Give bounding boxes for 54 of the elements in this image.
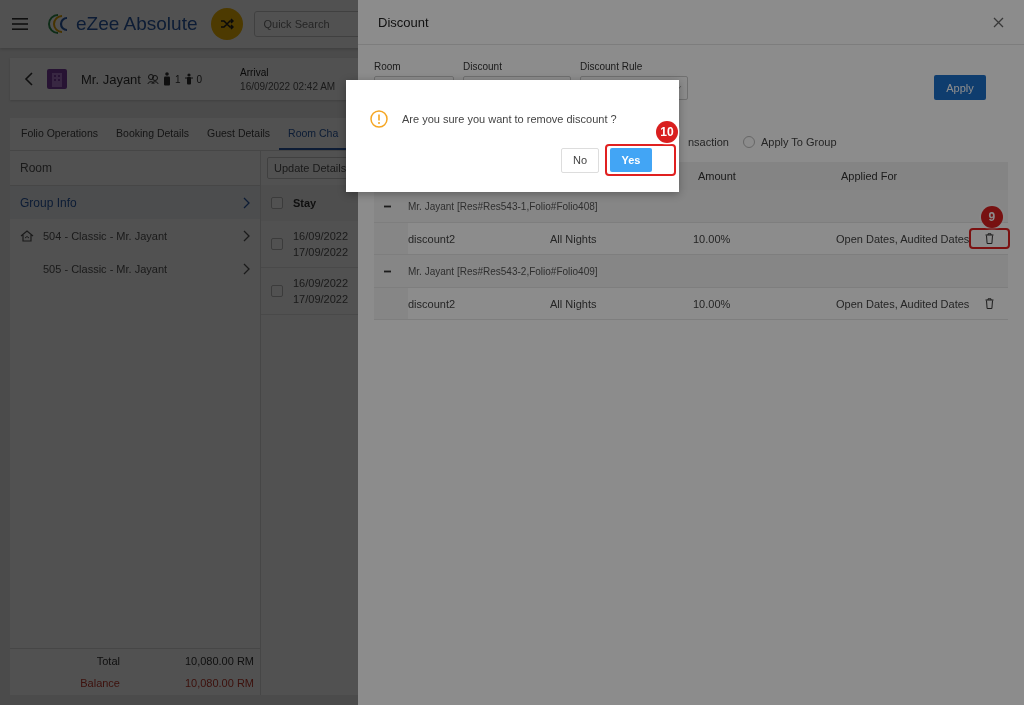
- table-cell-text: All Nights: [550, 232, 598, 245]
- group-title: Mr. Jayant [Res#Res543-1,Folio#Folio408]: [408, 200, 598, 212]
- total-value: 10,080.00 RM: [183, 655, 255, 667]
- balance-label: Balance: [79, 677, 120, 689]
- table-cell-text: discount2: [408, 232, 457, 245]
- menu-icon[interactable]: [12, 18, 28, 30]
- room-list-item[interactable]: Group Info: [10, 186, 260, 219]
- close-icon[interactable]: [993, 16, 1004, 28]
- table-cell-text: 10.00%: [693, 232, 732, 245]
- shuffle-button[interactable]: [211, 8, 244, 40]
- child-icon: [184, 73, 193, 85]
- group-icon: [146, 73, 159, 85]
- no-button[interactable]: No: [561, 147, 599, 173]
- group-title: Mr. Jayant [Res#Res543-2,Folio#Folio409]: [408, 265, 598, 277]
- balance-value: 10,080.00 RM: [183, 677, 255, 689]
- building-icon: [47, 69, 67, 89]
- radio-button[interactable]: [743, 136, 755, 148]
- table-cell: Open Dates, Audited Dates: [836, 297, 970, 310]
- dialog-message: Are you sure you want to remove discount ?: [402, 113, 617, 125]
- app-logo: eZee Absolute: [76, 13, 198, 35]
- step-badge: 10: [656, 121, 678, 143]
- tab[interactable]: Booking Details: [107, 118, 198, 150]
- guest-name: Mr. Jayant: [81, 71, 141, 87]
- home-icon: [20, 229, 34, 242]
- option-label[interactable]: nsaction: [688, 136, 729, 148]
- field-label: Discount Rule: [580, 61, 644, 72]
- back-icon[interactable]: [24, 72, 33, 86]
- chevron-right-icon: [243, 262, 250, 275]
- drawer-title: Discount: [378, 14, 429, 30]
- tab[interactable]: Guest Details: [198, 118, 280, 150]
- child-count: 0: [196, 73, 203, 85]
- field-label: Discount: [463, 61, 503, 72]
- chevron-right-icon: [243, 229, 250, 242]
- delete-icon[interactable]: [984, 233, 994, 244]
- tab[interactable]: Folio Operations: [12, 118, 108, 150]
- option-label[interactable]: Apply To Group: [761, 136, 837, 148]
- apply-button[interactable]: Apply: [934, 75, 986, 100]
- table-cell-text: discount2: [408, 297, 457, 310]
- table-cell-text: 10.00%: [693, 297, 732, 310]
- column-header: Stay: [293, 197, 317, 209]
- adult-count: 1: [174, 73, 181, 85]
- arrival-label: Arrival: [240, 66, 270, 78]
- table-cell-text: All Nights: [550, 297, 598, 310]
- shuffle-icon: [220, 18, 235, 30]
- column-header: Amount: [697, 170, 737, 182]
- field-label: Room: [374, 61, 402, 72]
- warning-icon: [370, 110, 388, 128]
- total-label: Total: [95, 655, 120, 667]
- column-header: Applied For: [840, 170, 899, 182]
- yes-button[interactable]: Yes: [610, 148, 652, 172]
- delete-icon[interactable]: [984, 298, 994, 309]
- table-cell: Open Dates, Audited Dates: [836, 232, 970, 245]
- chevron-right-icon: [243, 196, 250, 209]
- adult-icon: [162, 72, 171, 86]
